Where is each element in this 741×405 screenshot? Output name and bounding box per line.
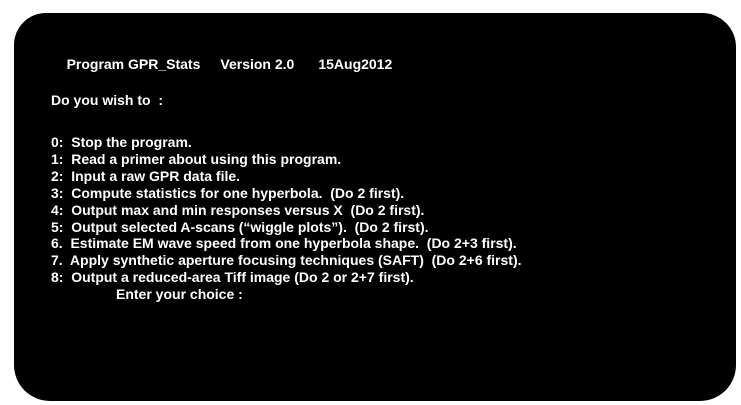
menu-prompt: Do you wish to : (51, 92, 163, 108)
menu-item-1[interactable]: 1: Read a primer about using this progra… (51, 151, 522, 168)
menu-item-2[interactable]: 2: Input a raw GPR data file. (51, 168, 522, 185)
program-date: 15Aug2012 (318, 56, 393, 72)
menu-item-7[interactable]: 7. Apply synthetic aperture focusing tec… (51, 252, 522, 269)
program-name: Program GPR_Stats (66, 56, 201, 72)
menu-item-5[interactable]: 5: Output selected A-scans (“wiggle plot… (51, 219, 522, 236)
program-version: Version 2.0 (220, 56, 295, 72)
menu-item-8[interactable]: 8: Output a reduced-area Tiff image (Do … (51, 269, 522, 286)
console-window: Program GPR_Stats Version 2.0 15Aug2012 Do… (14, 13, 736, 401)
title-line: Program GPR_Stats Version 2.0 15Aug2012 (51, 39, 393, 90)
choice-input-prompt[interactable]: Enter your choice : (116, 286, 243, 303)
menu-item-0[interactable]: 0: Stop the program. (51, 134, 522, 151)
menu-list: 0: Stop the program. 1: Read a primer ab… (51, 134, 522, 286)
menu-item-6[interactable]: 6. Estimate EM wave speed from one hyper… (51, 235, 522, 252)
menu-item-3[interactable]: 3: Compute statistics for one hyperbola.… (51, 185, 522, 202)
menu-item-4[interactable]: 4: Output max and min responses versus X… (51, 202, 522, 219)
